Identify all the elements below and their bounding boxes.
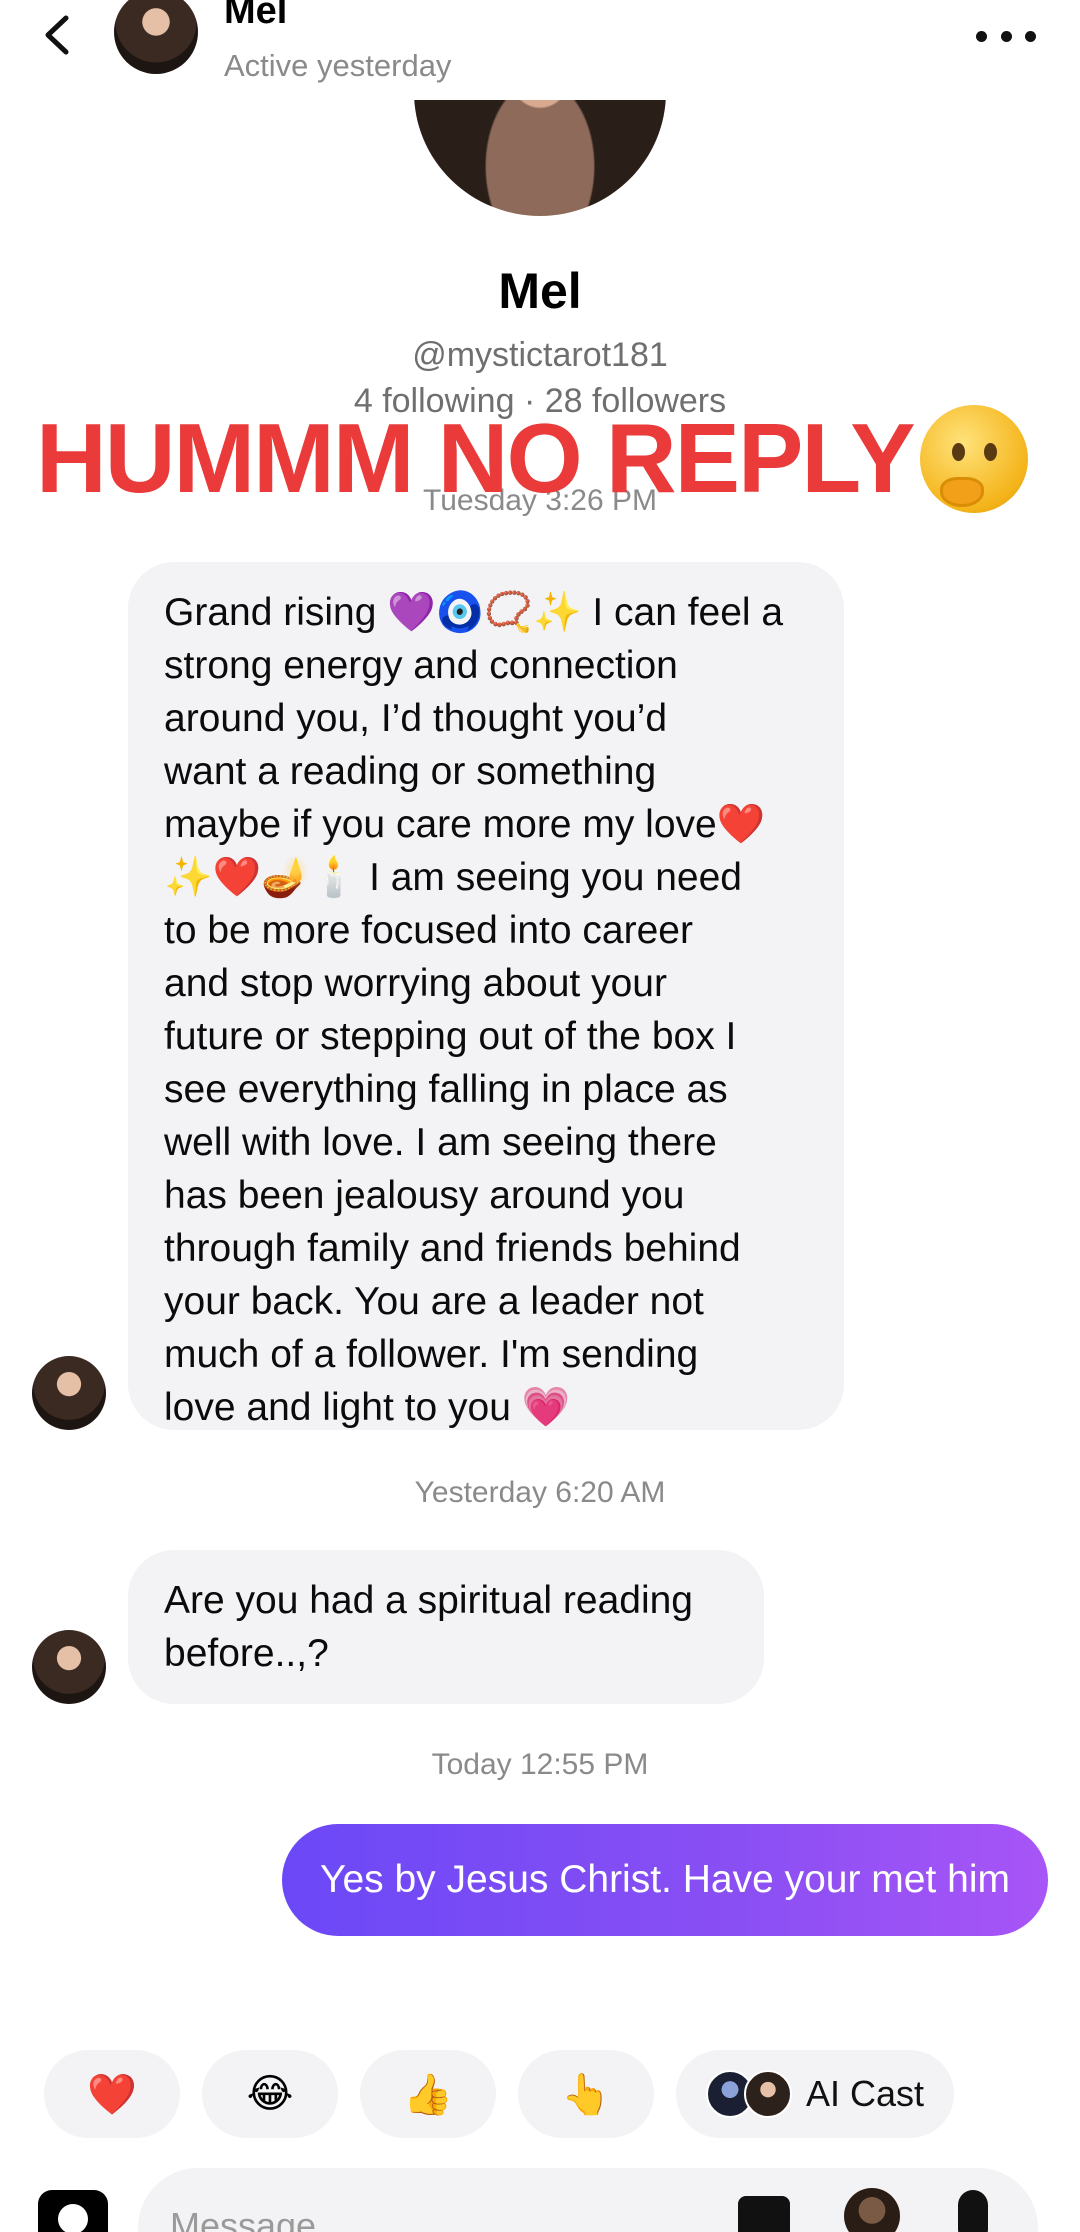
more-horizontal-icon	[976, 30, 987, 42]
thinking-face-icon	[919, 404, 1028, 513]
back-button[interactable]	[36, 10, 86, 60]
microphone-icon[interactable]	[958, 2190, 988, 2232]
outgoing-message[interactable]: Yes by Jesus Christ. Have your met him	[282, 1824, 1048, 1936]
header-name[interactable]: Mel	[224, 0, 287, 33]
incoming-message[interactable]: Grand rising 💜🧿📿✨ I can feel a strong en…	[128, 562, 844, 1430]
profile-handle: @mystictarot181	[412, 336, 668, 374]
quick-reaction-thumbs-up[interactable]: 👍	[360, 2050, 496, 2138]
message-input[interactable]	[170, 2198, 690, 2232]
timestamp: Yesterday 6:20 AM	[414, 1476, 666, 1509]
ai-cast-label: AI Cast	[806, 2073, 925, 2114]
more-options-button[interactable]	[976, 18, 1036, 54]
quick-reactions-bar: ❤️ 😂 👍 👆 AI Cast	[44, 2050, 1080, 2138]
gallery-icon[interactable]	[738, 2196, 790, 2232]
sticker-icon[interactable]	[844, 2188, 900, 2232]
overlay-caption: HUMMM NO REPLY	[36, 402, 1028, 515]
overlay-caption-text: HUMMM NO REPLY	[36, 403, 916, 513]
timestamp: Today 12:55 PM	[431, 1748, 649, 1781]
sender-avatar[interactable]	[32, 1630, 106, 1704]
profile-name: Mel	[498, 263, 582, 319]
quick-reaction-heart[interactable]: ❤️	[44, 2050, 180, 2138]
ai-cast-button[interactable]: AI Cast	[676, 2050, 955, 2138]
quick-reaction-point-up[interactable]: 👆	[518, 2050, 654, 2138]
header-status: Active yesterday	[224, 48, 452, 83]
quick-reaction-laugh[interactable]: 😂	[202, 2050, 338, 2138]
header-avatar[interactable]	[114, 0, 198, 74]
ai-cast-avatar	[744, 2070, 792, 2118]
camera-button[interactable]	[38, 2190, 108, 2232]
chevron-left-icon	[45, 15, 69, 55]
incoming-message[interactable]: Are you had a spiritual reading before..…	[128, 1550, 764, 1704]
message-composer	[138, 2168, 1038, 2232]
chat-header: Mel Active yesterday	[0, 0, 1080, 100]
sender-avatar[interactable]	[32, 1356, 106, 1430]
dm-screen: Mel Active yesterday Mel @mystictarot181…	[0, 0, 1080, 2232]
